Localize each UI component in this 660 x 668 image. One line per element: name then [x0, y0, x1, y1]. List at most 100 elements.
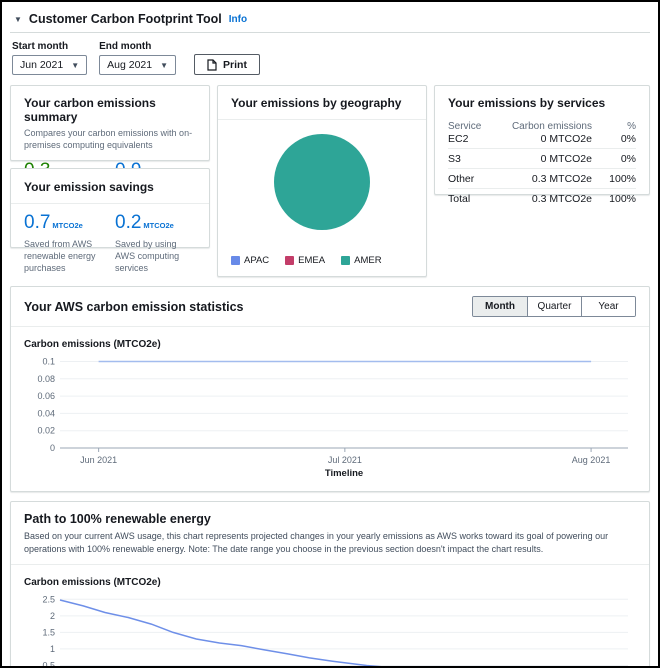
service-name: S3 — [448, 152, 461, 165]
renewable-savings-label: Saved from AWS renewable energy purchase… — [24, 239, 96, 274]
path-description: Based on your current AWS usage, this ch… — [24, 531, 609, 555]
svg-text:0.5: 0.5 — [42, 661, 55, 668]
info-link[interactable]: Info — [229, 14, 247, 25]
summary-card-title: Your carbon emissions summary — [24, 96, 156, 124]
summary-card-description: Compares your carbon emissions with on-p… — [24, 128, 193, 151]
service-emissions: 0.3 MTCO2e — [531, 193, 592, 205]
savings-card-header: Your emission savings — [11, 169, 209, 203]
path-chart-area: Carbon emissions (MTCO2e) 00.511.522.520… — [11, 565, 649, 668]
apac-legend-label: APAC — [244, 255, 270, 266]
amer-swatch-icon — [341, 256, 351, 265]
computing-savings-label: Saved by using AWS computing services — [115, 239, 180, 274]
col-percent: % — [627, 121, 636, 129]
statistics-card: Your AWS carbon emission statistics Mont… — [10, 286, 650, 492]
legend-item-amer[interactable]: AMER — [341, 255, 382, 266]
geography-card-header: Your emissions by geography — [218, 86, 426, 119]
year-toggle-button[interactable]: Year — [581, 297, 635, 316]
svg-text:1.5: 1.5 — [42, 627, 55, 637]
carbon-summary-card: Your carbon emissions summary Compares y… — [10, 85, 210, 209]
legend-item-apac[interactable]: APAC — [231, 255, 269, 266]
svg-text:0.08: 0.08 — [37, 374, 55, 384]
amer-legend-label: AMER — [354, 255, 382, 266]
service-emissions: 0.3 MTCO2e — [531, 172, 592, 185]
emea-legend-label: EMEA — [298, 255, 326, 266]
geography-card: Your emissions by geography APAC EMEA AM… — [217, 85, 427, 277]
svg-text:1: 1 — [50, 644, 55, 654]
chevron-down-icon: ▼ — [160, 60, 169, 70]
table-row-total[interactable]: Total 0.3 MTCO2e 100% — [448, 189, 636, 209]
renewable-savings-unit: MTCO2e — [52, 221, 83, 230]
apac-swatch-icon — [231, 256, 240, 265]
end-month-select[interactable]: Aug 2021 ▼ — [99, 55, 177, 75]
header-divider — [10, 32, 650, 33]
print-button-label: Print — [223, 58, 247, 71]
col-carbon-emissions: Carbon emissions — [511, 121, 592, 129]
emea-swatch-icon — [285, 256, 295, 265]
svg-text:Timeline: Timeline — [325, 468, 363, 479]
services-card: Your emissions by services Service Carbo… — [434, 85, 650, 205]
start-month-select[interactable]: Jun 2021 ▼ — [12, 55, 88, 75]
month-toggle-button[interactable]: Month — [473, 297, 527, 316]
savings-card-title: Your emission savings — [24, 180, 154, 194]
page-header: ▼ Customer Carbon Footprint Tool Info — [10, 8, 650, 32]
service-emissions: 0 MTCO2e — [540, 152, 592, 165]
statistics-chart-area: Carbon emissions (MTCO2e) 0 0.02 0.04 0.06 0… — [11, 327, 649, 491]
table-row-s3[interactable]: S3 0 MTCO2e 0% — [448, 149, 636, 169]
service-name: Total — [448, 193, 471, 205]
renewable-savings-value: 0.7 — [24, 212, 51, 233]
svg-text:0: 0 — [50, 443, 55, 453]
service-name: Other — [448, 172, 475, 185]
start-month-label: Start month — [12, 41, 69, 52]
svg-text:0.04: 0.04 — [37, 408, 55, 418]
end-month-group: End month Aug 2021 ▼ — [99, 41, 177, 75]
legend-item-emea[interactable]: EMEA — [285, 255, 325, 266]
summary-section: Your carbon emissions summary Compares y… — [10, 85, 650, 277]
geography-chart-area: APAC EMEA AMER — [218, 120, 426, 276]
services-card-title: Your emissions by services — [448, 96, 606, 110]
svg-text:2: 2 — [50, 611, 55, 621]
granularity-control: Month Quarter Year — [472, 296, 636, 317]
controls-bar: Start month Jun 2021 ▼ End month Aug 202… — [10, 39, 650, 85]
path-header: Path to 100% renewable energy Based on y… — [11, 502, 649, 566]
page-frame: ▼ Customer Carbon Footprint Tool Info St… — [0, 0, 660, 668]
end-month-label: End month — [99, 41, 152, 52]
svg-text:Jun 2021: Jun 2021 — [80, 455, 117, 465]
statistics-header: Your AWS carbon emission statistics Mont… — [11, 287, 649, 327]
service-emissions: 0 MTCO2e — [540, 132, 592, 145]
col-service: Service — [448, 121, 482, 129]
svg-text:0.1: 0.1 — [42, 356, 55, 366]
service-percent: 0% — [620, 132, 636, 145]
emission-savings-card: Your emission savings 0.7 MTCO2e Saved fr… — [10, 168, 210, 273]
svg-text:Aug 2021: Aug 2021 — [572, 455, 611, 465]
computing-savings-value: 0.2 — [115, 212, 142, 233]
svg-text:0.06: 0.06 — [37, 391, 55, 401]
svg-text:2.5: 2.5 — [42, 594, 55, 604]
start-month-value: Jun 2021 — [20, 59, 64, 71]
page-title: Customer Carbon Footprint Tool — [28, 12, 222, 26]
quarter-toggle-button[interactable]: Quarter — [527, 297, 581, 316]
statistics-title: Your AWS carbon emission statistics — [24, 299, 244, 314]
start-month-group: Start month Jun 2021 ▼ — [12, 41, 88, 75]
computing-savings-unit: MTCO2e — [143, 221, 174, 230]
path-line-chart[interactable]: 00.511.522.520202021202220232024Timeline — [24, 590, 636, 668]
service-percent: 100% — [609, 172, 636, 185]
geography-legend: APAC EMEA AMER — [231, 255, 382, 266]
path-title: Path to 100% renewable energy — [24, 512, 211, 526]
services-table-header: Service Carbon emissions % — [448, 121, 636, 129]
table-row-other[interactable]: Other 0.3 MTCO2e 100% — [448, 169, 636, 189]
statistics-line-chart[interactable]: 0 0.02 0.04 0.06 0.08 0.1 Jun 2021 Jul 2021 Aug … — [24, 352, 636, 482]
file-icon — [207, 58, 217, 71]
geography-card-title: Your emissions by geography — [231, 96, 402, 110]
geography-pie-chart[interactable] — [274, 134, 370, 230]
collapse-caret-icon[interactable]: ▼ — [14, 15, 22, 24]
renewable-savings-metric: 0.7 MTCO2e Saved from AWS renewable energ… — [24, 212, 105, 274]
service-percent: 0% — [620, 152, 636, 165]
table-row-ec2[interactable]: EC2 0 MTCO2e 0% — [448, 129, 636, 149]
renewable-path-card: Path to 100% renewable energy Based on y… — [10, 501, 650, 668]
print-button[interactable]: Print — [194, 54, 260, 75]
service-percent: 100% — [609, 193, 636, 205]
computing-savings-metric: 0.2 MTCO2e Saved by using AWS computing s… — [115, 212, 196, 274]
svg-text:Jul 2021: Jul 2021 — [328, 455, 362, 465]
end-month-value: Aug 2021 — [107, 59, 153, 71]
service-name: EC2 — [448, 132, 469, 145]
